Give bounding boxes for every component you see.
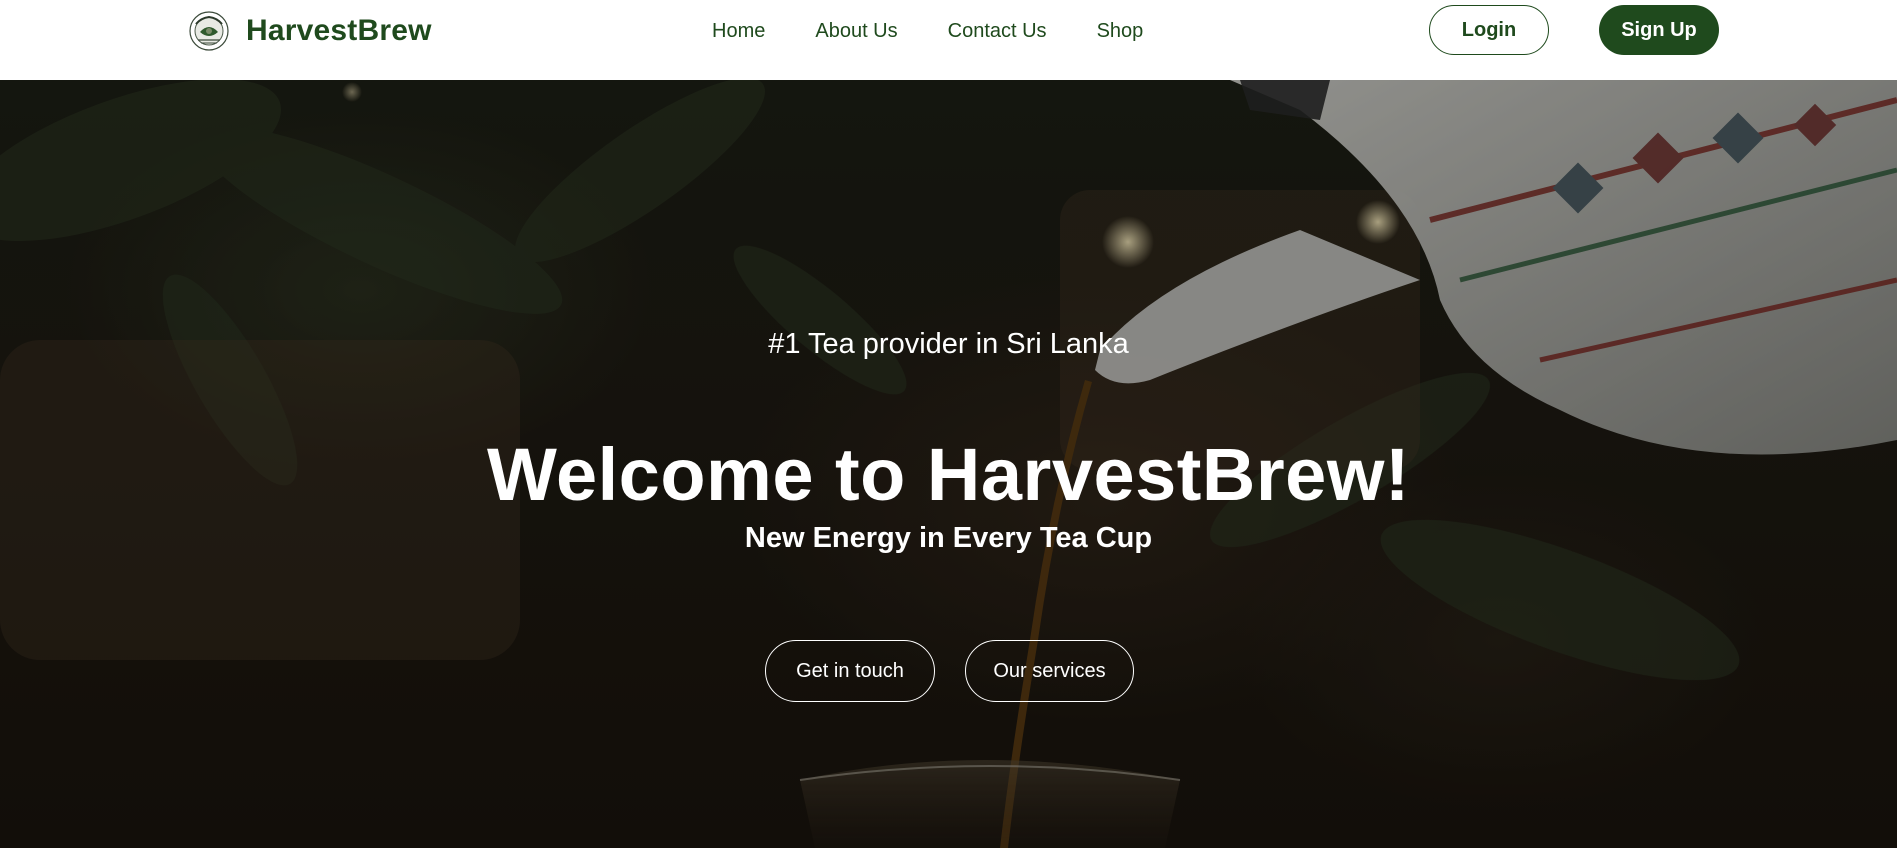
our-services-button[interactable]: Our services [965,640,1134,702]
main-nav: Home About Us Contact Us Shop [712,17,1143,45]
nav-link-home[interactable]: Home [712,20,765,43]
nav-link-about-us[interactable]: About Us [815,20,897,43]
emblem-logo-icon[interactable] [188,10,230,52]
hero-section: #1 Tea provider in Sri Lanka Welcome to … [0,80,1897,848]
signup-button[interactable]: Sign Up [1599,5,1719,55]
brand-name[interactable]: HarvestBrew [246,14,432,48]
get-in-touch-button[interactable]: Get in touch [765,640,935,702]
nav-link-contact-us[interactable]: Contact Us [948,20,1047,43]
hero-title: Welcome to HarvestBrew! [486,433,1411,516]
hero-subtitle: New Energy in Every Tea Cup [744,522,1153,554]
nav-link-shop[interactable]: Shop [1097,20,1144,43]
login-button[interactable]: Login [1429,5,1549,55]
brand[interactable]: HarvestBrew [188,10,432,52]
site-header: HarvestBrew Home About Us Contact Us Sho… [0,0,1897,80]
hero-tagline: #1 Tea provider in Sri Lanka [768,328,1129,360]
